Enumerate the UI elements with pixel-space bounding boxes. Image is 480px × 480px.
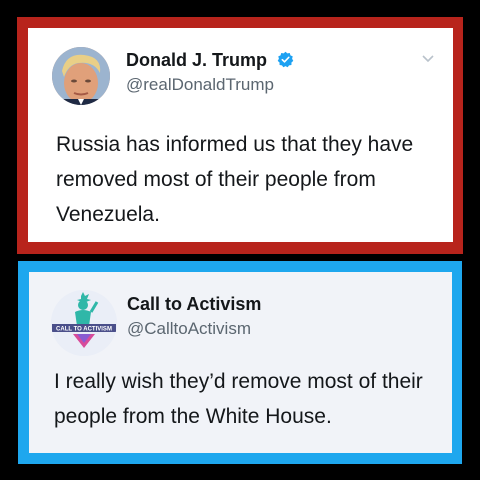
avatar[interactable]	[52, 47, 110, 105]
tweet-frame-trump: Donald J. Trump @realDonaldTrump Russia …	[17, 17, 463, 254]
display-name-text: Donald J. Trump	[126, 50, 268, 70]
tweet-card[interactable]: Donald J. Trump @realDonaldTrump Russia …	[28, 28, 453, 242]
display-name[interactable]: Call to Activism	[127, 294, 261, 315]
avatar-brand-text: CALL TO ACTIVISM	[56, 327, 112, 333]
avatar-portrait-icon	[52, 47, 110, 105]
display-name[interactable]: Donald J. Trump	[126, 50, 294, 73]
tweet-text: Russia has informed us that they have re…	[56, 133, 414, 226]
chevron-down-icon[interactable]	[421, 51, 435, 69]
user-handle[interactable]: @CalltoActivism	[127, 319, 251, 339]
avatar-logo-icon: CALL TO ACTIVISM	[51, 290, 117, 356]
tweet-card[interactable]: CALL TO ACTIVISM Call to Activism @Callt…	[29, 272, 452, 453]
tweet-text: I really wish they’d remove most of thei…	[54, 370, 423, 428]
user-handle[interactable]: @realDonaldTrump	[126, 75, 274, 95]
verified-badge-icon	[277, 51, 294, 73]
tweet-frame-calltoactivism: CALL TO ACTIVISM Call to Activism @Callt…	[18, 261, 462, 464]
avatar[interactable]: CALL TO ACTIVISM	[51, 290, 117, 356]
display-name-text: Call to Activism	[127, 294, 262, 314]
